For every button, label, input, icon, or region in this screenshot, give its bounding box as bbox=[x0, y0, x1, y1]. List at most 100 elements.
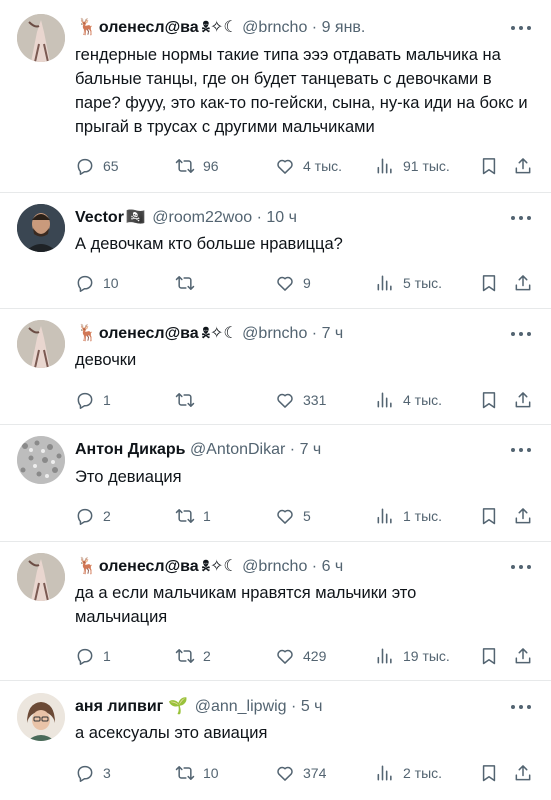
handle[interactable]: @AntonDikar bbox=[190, 441, 285, 458]
display-name[interactable]: оленесл@ва bbox=[99, 325, 199, 342]
like-button[interactable]: 331 bbox=[275, 388, 326, 412]
share-button[interactable] bbox=[513, 504, 533, 528]
reply-button[interactable]: 3 bbox=[75, 761, 111, 785]
share-button[interactable] bbox=[513, 271, 533, 295]
views-button[interactable]: 19 тыс. bbox=[375, 644, 450, 668]
like-count: 429 bbox=[303, 648, 327, 664]
deer-emoji: 🦌 bbox=[77, 325, 97, 342]
display-name[interactable]: Vector bbox=[75, 209, 124, 226]
tweet-header: Антон Дикарь @AntonDikar · 7 ч bbox=[75, 440, 321, 460]
heart-icon bbox=[275, 763, 295, 783]
bookmark-button[interactable] bbox=[479, 154, 499, 178]
views-button[interactable]: 91 тыс. bbox=[375, 154, 450, 178]
share-button[interactable] bbox=[513, 388, 533, 412]
handle[interactable]: @ann_lipwig bbox=[195, 698, 287, 715]
display-name[interactable]: оленесл@ва bbox=[99, 558, 199, 575]
retweet-button[interactable]: 2 bbox=[175, 644, 211, 668]
timestamp[interactable]: 6 ч bbox=[322, 558, 344, 575]
timestamp[interactable]: 10 ч bbox=[266, 209, 297, 226]
retweet-icon bbox=[175, 506, 195, 526]
timestamp[interactable]: 9 янв. bbox=[322, 19, 366, 36]
more-icon[interactable] bbox=[511, 215, 531, 221]
bookmark-button[interactable] bbox=[479, 504, 499, 528]
timestamp[interactable]: 7 ч bbox=[322, 325, 344, 342]
more-icon[interactable] bbox=[511, 331, 531, 337]
heart-icon bbox=[275, 646, 295, 666]
share-button[interactable] bbox=[513, 644, 533, 668]
reply-icon bbox=[75, 273, 95, 293]
timestamp[interactable]: 7 ч bbox=[300, 441, 322, 458]
avatar[interactable] bbox=[17, 204, 65, 252]
share-icon bbox=[513, 156, 533, 176]
like-button[interactable]: 374 bbox=[275, 761, 326, 785]
share-icon bbox=[513, 273, 533, 293]
handle[interactable]: @room22woo bbox=[152, 209, 252, 226]
tweet-actions: 1 2 429 19 тыс. bbox=[75, 644, 531, 668]
retweet-button[interactable]: 96 bbox=[175, 154, 219, 178]
avatar[interactable] bbox=[17, 693, 65, 741]
tweet-actions: 2 1 5 1 тыс. bbox=[75, 504, 531, 528]
tweet[interactable]: 🦌 оленесл@ва 🕱✧☾ @brncho · 6 ч да а если м… bbox=[0, 542, 551, 680]
tweet[interactable]: 🦌 оленесл@ва 🕱✧☾ @brncho · 7 ч девочки 1 3… bbox=[0, 309, 551, 424]
avatar[interactable] bbox=[17, 14, 65, 62]
views-icon bbox=[375, 506, 395, 526]
reply-icon bbox=[75, 646, 95, 666]
display-name[interactable]: аня липвиг bbox=[75, 698, 163, 715]
views-button[interactable]: 4 тыс. bbox=[375, 388, 442, 412]
tweet[interactable]: аня липвиг 🌱 @ann_lipwig · 5 ч а асексуал… bbox=[0, 681, 551, 800]
more-icon[interactable] bbox=[511, 704, 531, 710]
retweet-button[interactable] bbox=[175, 271, 203, 295]
tweet-text: да а если мальчикам нравятся мальчики эт… bbox=[75, 584, 417, 626]
bookmark-button[interactable] bbox=[479, 761, 499, 785]
reply-button[interactable]: 65 bbox=[75, 154, 119, 178]
more-icon[interactable] bbox=[511, 447, 531, 453]
bookmark-button[interactable] bbox=[479, 388, 499, 412]
reply-count: 1 bbox=[103, 648, 111, 664]
timestamp[interactable]: 5 ч bbox=[301, 698, 323, 715]
display-name[interactable]: Антон Дикарь bbox=[75, 441, 185, 458]
bookmark-button[interactable] bbox=[479, 644, 499, 668]
retweet-button[interactable]: 1 bbox=[175, 504, 211, 528]
reply-button[interactable]: 2 bbox=[75, 504, 111, 528]
retweet-button[interactable] bbox=[175, 388, 203, 412]
heart-icon bbox=[275, 390, 295, 410]
tweet-header: 🦌 оленесл@ва 🕱✧☾ @brncho · 9 янв. bbox=[75, 18, 365, 38]
display-name[interactable]: оленесл@ва bbox=[99, 19, 199, 36]
handle[interactable]: @brncho bbox=[242, 19, 307, 36]
bookmark-button[interactable] bbox=[479, 271, 499, 295]
handle[interactable]: @brncho bbox=[242, 558, 307, 575]
retweet-button[interactable]: 10 bbox=[175, 761, 219, 785]
retweet-count: 2 bbox=[203, 648, 211, 664]
reply-button[interactable]: 1 bbox=[75, 644, 111, 668]
handle[interactable]: @brncho bbox=[242, 325, 307, 342]
tweet[interactable]: Vector 🏴‍☠️ @room22woo · 10 ч А девочкам … bbox=[0, 193, 551, 308]
like-button[interactable]: 5 bbox=[275, 504, 311, 528]
tweet[interactable]: 🦌 оленесл@ва 🕱✧☾ @brncho · 9 янв. гендерны… bbox=[0, 0, 551, 192]
views-button[interactable]: 2 тыс. bbox=[375, 761, 442, 785]
like-button[interactable]: 4 тыс. bbox=[275, 154, 342, 178]
more-icon[interactable] bbox=[511, 564, 531, 570]
avatar[interactable] bbox=[17, 553, 65, 601]
views-button[interactable]: 1 тыс. bbox=[375, 504, 442, 528]
retweet-icon bbox=[175, 156, 195, 176]
tweet-text: гендерные нормы такие типа эээ отдавать … bbox=[75, 46, 528, 136]
tweet[interactable]: Антон Дикарь @AntonDikar · 7 ч Это девиа… bbox=[0, 425, 551, 541]
reply-button[interactable]: 1 bbox=[75, 388, 111, 412]
more-icon[interactable] bbox=[511, 25, 531, 31]
view-count: 5 тыс. bbox=[403, 275, 443, 291]
tweet-header: 🦌 оленесл@ва 🕱✧☾ @brncho · 7 ч bbox=[75, 324, 343, 344]
share-button[interactable] bbox=[513, 761, 533, 785]
views-icon bbox=[375, 273, 395, 293]
retweet-count: 96 bbox=[203, 158, 219, 174]
views-button[interactable]: 5 тыс. bbox=[375, 271, 442, 295]
avatar[interactable] bbox=[17, 320, 65, 368]
like-button[interactable]: 9 bbox=[275, 271, 311, 295]
like-button[interactable]: 429 bbox=[275, 644, 326, 668]
reply-button[interactable]: 10 bbox=[75, 271, 119, 295]
tweet-actions: 3 10 374 2 тыс. bbox=[75, 761, 531, 785]
reply-count: 3 bbox=[103, 765, 111, 781]
reply-count: 1 bbox=[103, 392, 111, 408]
share-button[interactable] bbox=[513, 154, 533, 178]
retweet-count: 10 bbox=[203, 765, 219, 781]
avatar[interactable] bbox=[17, 436, 65, 484]
